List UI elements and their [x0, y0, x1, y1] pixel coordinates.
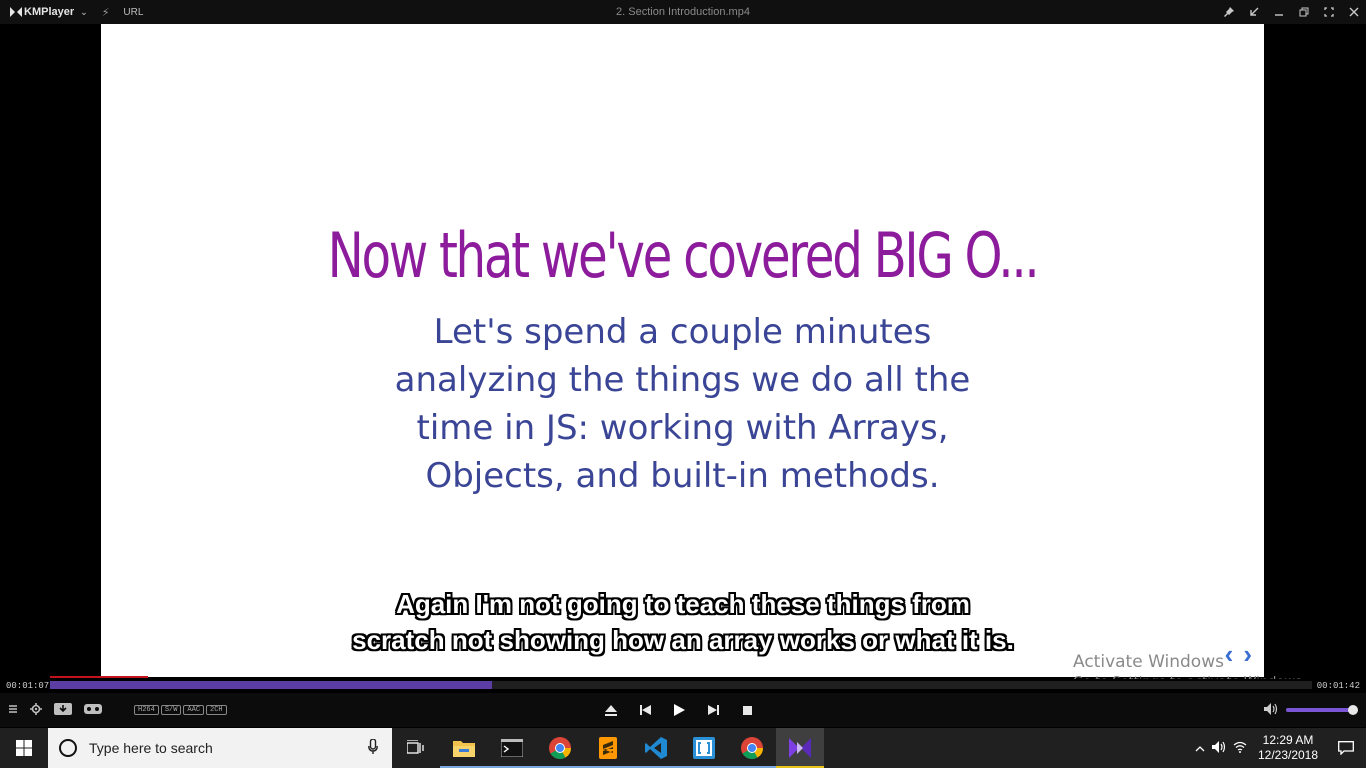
- download-icon[interactable]: [54, 702, 72, 718]
- buffer-marker: [50, 676, 148, 678]
- start-button[interactable]: [0, 728, 48, 768]
- codec-badge[interactable]: AAC: [183, 705, 205, 715]
- seek-bar[interactable]: [50, 681, 1312, 689]
- brackets-icon[interactable]: [680, 728, 728, 768]
- chrome-icon[interactable]: [536, 728, 584, 768]
- sublime-text-icon[interactable]: [584, 728, 632, 768]
- slide-body-line: Objects, and built-in methods.: [425, 456, 940, 496]
- volume-fill: [1286, 708, 1353, 712]
- codec-badge[interactable]: H264: [134, 705, 159, 715]
- current-time: 00:01:07: [6, 681, 50, 691]
- slide-body-line: time in JS: working with Arrays,: [416, 408, 949, 448]
- system-clock[interactable]: 12:29 AM 12/23/2018: [1250, 733, 1326, 763]
- eject-icon[interactable]: [605, 704, 617, 716]
- task-view-icon[interactable]: [392, 728, 440, 768]
- clock-time: 12:29 AM: [1262, 733, 1314, 747]
- notification-icon[interactable]: [1326, 728, 1366, 768]
- kmplayer-logo-icon: [10, 7, 22, 17]
- windows-logo-icon: [16, 740, 32, 756]
- stop-icon[interactable]: [741, 705, 753, 715]
- slide-body-line: Let's spend a couple minutes: [433, 312, 932, 352]
- chrome-icon[interactable]: [728, 728, 776, 768]
- slide-title: Now that we've covered BIG O...: [327, 219, 1040, 292]
- taskbar-search-box[interactable]: Type here to search: [48, 728, 392, 768]
- minimize-icon[interactable]: [1266, 0, 1291, 24]
- total-time: 00:01:42: [1316, 681, 1360, 691]
- lightning-icon[interactable]: ⚡: [102, 6, 110, 19]
- transport-controls: [605, 693, 753, 727]
- system-tray: 12:29 AM 12/23/2018: [1190, 728, 1366, 768]
- volume-knob[interactable]: [1347, 705, 1358, 715]
- app-menu-button[interactable]: KMPlayer ⌄: [10, 6, 88, 18]
- mini-mode-icon[interactable]: [1241, 0, 1266, 24]
- file-explorer-icon[interactable]: [440, 728, 488, 768]
- clock-date: 12/23/2018: [1257, 748, 1319, 762]
- codec-badges: H264 S/W AAC 2CH: [134, 705, 227, 715]
- codec-badge[interactable]: 2CH: [206, 705, 227, 715]
- fullscreen-icon[interactable]: [1316, 0, 1341, 24]
- search-placeholder: Type here to search: [89, 740, 213, 756]
- restore-icon[interactable]: [1291, 0, 1316, 24]
- seek-row: 00:01:07 00:01:42: [0, 679, 1366, 693]
- app-name: KMPlayer: [24, 6, 75, 18]
- slide-frame: Now that we've covered BIG O... Let's sp…: [101, 24, 1264, 677]
- slide-body: Let's spend a couple minutes analyzing t…: [101, 308, 1264, 500]
- file-title: 2. Section Introduction.mp4: [616, 6, 750, 18]
- seek-bar-played: [50, 681, 492, 689]
- chevron-down-icon: ⌄: [80, 6, 88, 17]
- title-bar: KMPlayer ⌄ ⚡ URL 2. Section Introduction…: [0, 0, 1366, 24]
- subtitle: Again I'm not going to teach these thing…: [0, 586, 1366, 658]
- previous-icon[interactable]: [639, 705, 651, 715]
- subtitle-line: Again I'm not going to teach these thing…: [396, 589, 970, 619]
- vscode-icon[interactable]: [632, 728, 680, 768]
- windows-taskbar: Type here to search 12:29 AM 12/23/2018: [0, 728, 1366, 768]
- slide-body-line: analyzing the things we do all the: [394, 360, 971, 400]
- watermark-title: Activate Windows: [1073, 652, 1224, 672]
- kmplayer-window: KMPlayer ⌄ ⚡ URL 2. Section Introduction…: [0, 0, 1366, 768]
- video-area[interactable]: Now that we've covered BIG O... Let's sp…: [0, 24, 1366, 690]
- close-icon[interactable]: [1341, 0, 1366, 24]
- kmplayer-taskbar-icon[interactable]: [776, 728, 824, 768]
- volume-icon[interactable]: [1210, 740, 1230, 756]
- terminal-icon[interactable]: [488, 728, 536, 768]
- wifi-icon[interactable]: [1230, 741, 1250, 756]
- control-bar: H264 S/W AAC 2CH: [0, 693, 1366, 727]
- chevron-up-icon[interactable]: [1190, 741, 1210, 755]
- microphone-icon[interactable]: [368, 738, 378, 760]
- taskbar-apps: [392, 728, 824, 768]
- volume-slider[interactable]: [1286, 705, 1358, 715]
- speaker-icon[interactable]: [1264, 702, 1278, 718]
- codec-badge[interactable]: S/W: [160, 705, 182, 715]
- next-icon[interactable]: [707, 705, 719, 715]
- vr-icon[interactable]: [84, 703, 102, 717]
- pin-icon[interactable]: [1216, 0, 1241, 24]
- gear-icon[interactable]: [30, 702, 42, 718]
- cortana-icon: [59, 739, 77, 757]
- url-button[interactable]: URL: [123, 7, 143, 18]
- play-icon[interactable]: [673, 704, 685, 716]
- playlist-icon[interactable]: [8, 704, 18, 717]
